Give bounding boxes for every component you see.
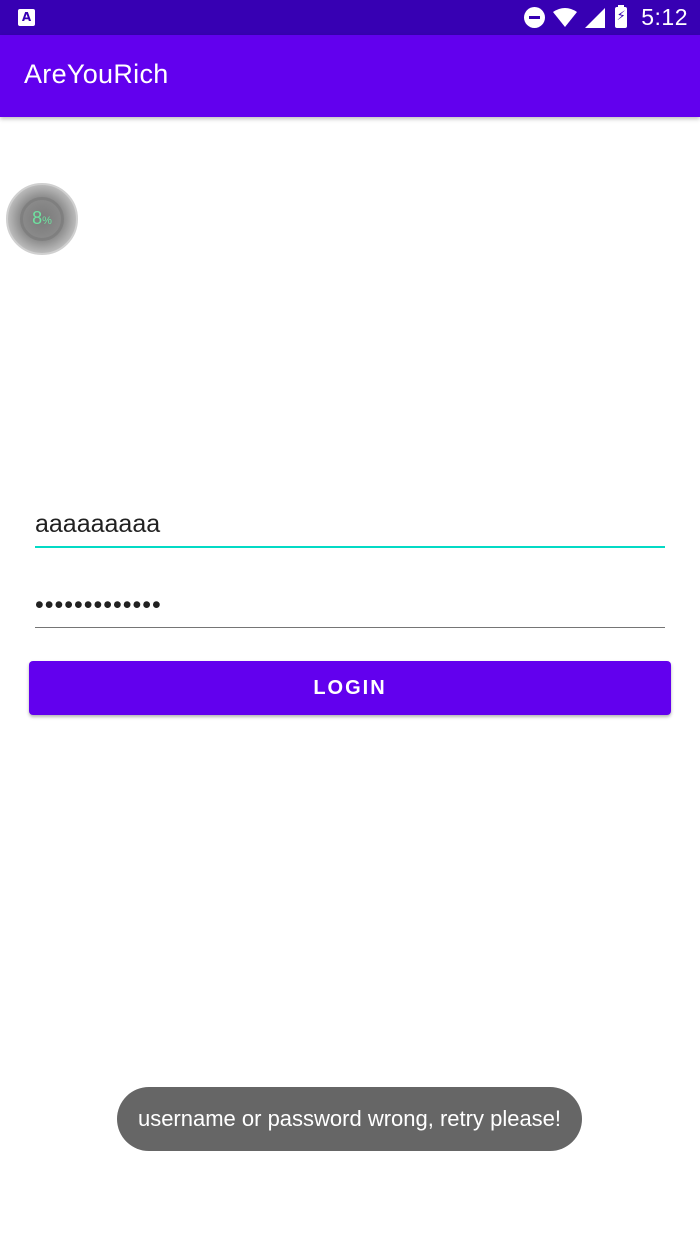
do-not-disturb-icon bbox=[524, 7, 546, 28]
login-button[interactable]: LOGIN bbox=[29, 661, 671, 715]
toast-message: username or password wrong, retry please… bbox=[117, 1087, 582, 1151]
app-notification-icon: A bbox=[18, 9, 35, 26]
status-icons: ⚡ 5:12 bbox=[524, 0, 688, 35]
floating-overlay-widget[interactable]: 8% bbox=[6, 183, 78, 255]
app-notification-glyph: A bbox=[21, 10, 32, 24]
status-time: 5:12 bbox=[641, 4, 688, 30]
toast-text: username or password wrong, retry please… bbox=[137, 1106, 562, 1131]
signal-icon bbox=[585, 7, 606, 28]
overlay-percentage: 8% bbox=[8, 208, 76, 231]
status-bar: A ⚡ 5:12 bbox=[0, 0, 700, 35]
wifi-icon bbox=[553, 7, 578, 27]
app-title: AreYouRich bbox=[24, 59, 169, 89]
overlay-value: 8 bbox=[32, 208, 43, 228]
battery-bolt-glyph: ⚡ bbox=[616, 9, 626, 24]
password-mask: ••••••••••••• bbox=[35, 591, 162, 619]
username-input[interactable] bbox=[35, 502, 665, 548]
battery-charging-icon: ⚡ bbox=[615, 5, 628, 28]
screen: A ⚡ 5:12 AreYouRich 8% ••••••••••••• bbox=[0, 0, 700, 1244]
overlay-unit: % bbox=[42, 215, 52, 227]
password-input[interactable]: ••••••••••••• bbox=[35, 582, 665, 628]
app-bar: AreYouRich bbox=[0, 35, 700, 117]
